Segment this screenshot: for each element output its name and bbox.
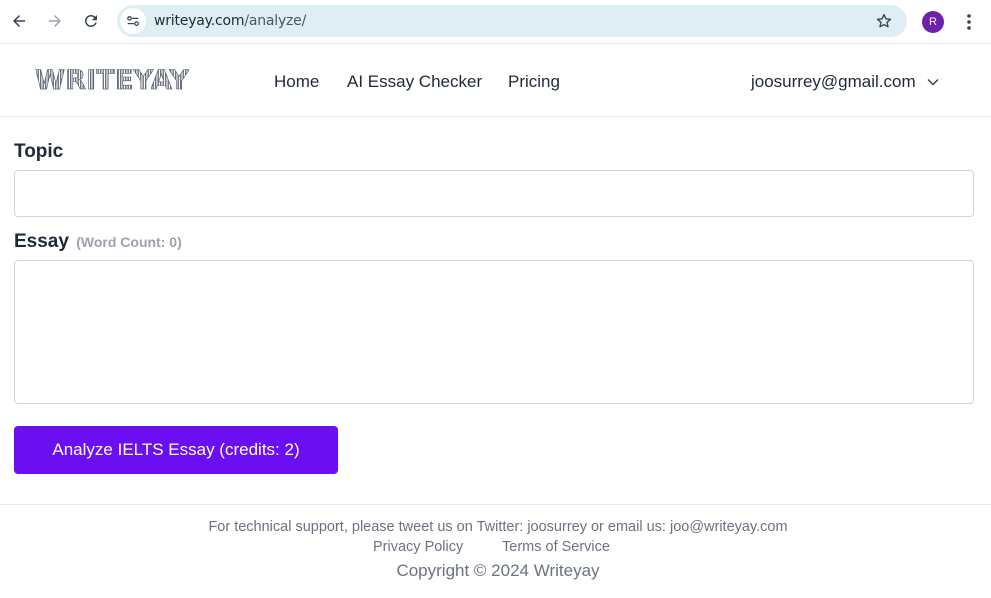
site-logo[interactable]: WRITEYAY bbox=[35, 63, 190, 97]
support-text: For technical support, please tweet us o… bbox=[208, 519, 788, 535]
nav-ai-essay-checker[interactable]: AI Essay Checker bbox=[347, 72, 482, 92]
reload-button[interactable] bbox=[77, 7, 105, 35]
reload-icon bbox=[84, 14, 97, 27]
essay-textarea[interactable] bbox=[14, 260, 974, 404]
topic-input[interactable] bbox=[14, 170, 974, 217]
logo-wordmark: WRITEYAY bbox=[35, 65, 190, 97]
essay-label: Essay bbox=[14, 231, 69, 252]
site-footer: For technical support, please tweet us o… bbox=[0, 504, 991, 598]
essay-label-row: Essay (Word Count: 0) bbox=[14, 231, 182, 253]
chevron-down-icon bbox=[927, 78, 939, 86]
forward-button[interactable] bbox=[41, 7, 69, 35]
account-email: joosurrey@gmail.com bbox=[751, 72, 916, 91]
topic-label: Topic bbox=[14, 141, 64, 162]
nav-pricing[interactable]: Pricing bbox=[508, 72, 560, 92]
site-info-icon bbox=[127, 16, 139, 26]
analyze-essay-button[interactable]: Analyze IELTS Essay (credits: 2) bbox=[14, 426, 338, 474]
url-domain: writeyay.com bbox=[154, 13, 245, 29]
account-menu[interactable]: joosurrey@gmail.com bbox=[751, 72, 940, 92]
site-header: WRITEYAY Home AI Essay Checker Pricing j… bbox=[0, 45, 991, 117]
star-icon[interactable] bbox=[875, 12, 893, 30]
browser-toolbar: writeyay.com/analyze/ R bbox=[0, 0, 991, 44]
address-bar[interactable]: writeyay.com/analyze/ bbox=[117, 5, 907, 37]
url-path: /analyze/ bbox=[244, 13, 307, 29]
copyright-text: Copyright © 2024 Writeyay bbox=[396, 561, 600, 580]
url-text[interactable]: writeyay.com/analyze/ bbox=[154, 13, 306, 29]
forward-arrow-icon bbox=[49, 15, 61, 27]
profile-avatar[interactable]: R bbox=[922, 11, 944, 33]
privacy-policy-link[interactable]: Privacy Policy bbox=[373, 539, 463, 555]
nav-home[interactable]: Home bbox=[274, 72, 319, 92]
word-count: (Word Count: 0) bbox=[76, 234, 182, 250]
back-button[interactable] bbox=[5, 7, 33, 35]
svg-text:WRITEYAY: WRITEYAY bbox=[35, 65, 189, 95]
kebab-menu-icon bbox=[967, 14, 971, 30]
terms-of-service-link[interactable]: Terms of Service bbox=[502, 539, 610, 555]
browser-menu-button[interactable] bbox=[959, 10, 979, 34]
back-arrow-icon bbox=[13, 15, 25, 27]
site-info-button[interactable] bbox=[120, 8, 146, 34]
